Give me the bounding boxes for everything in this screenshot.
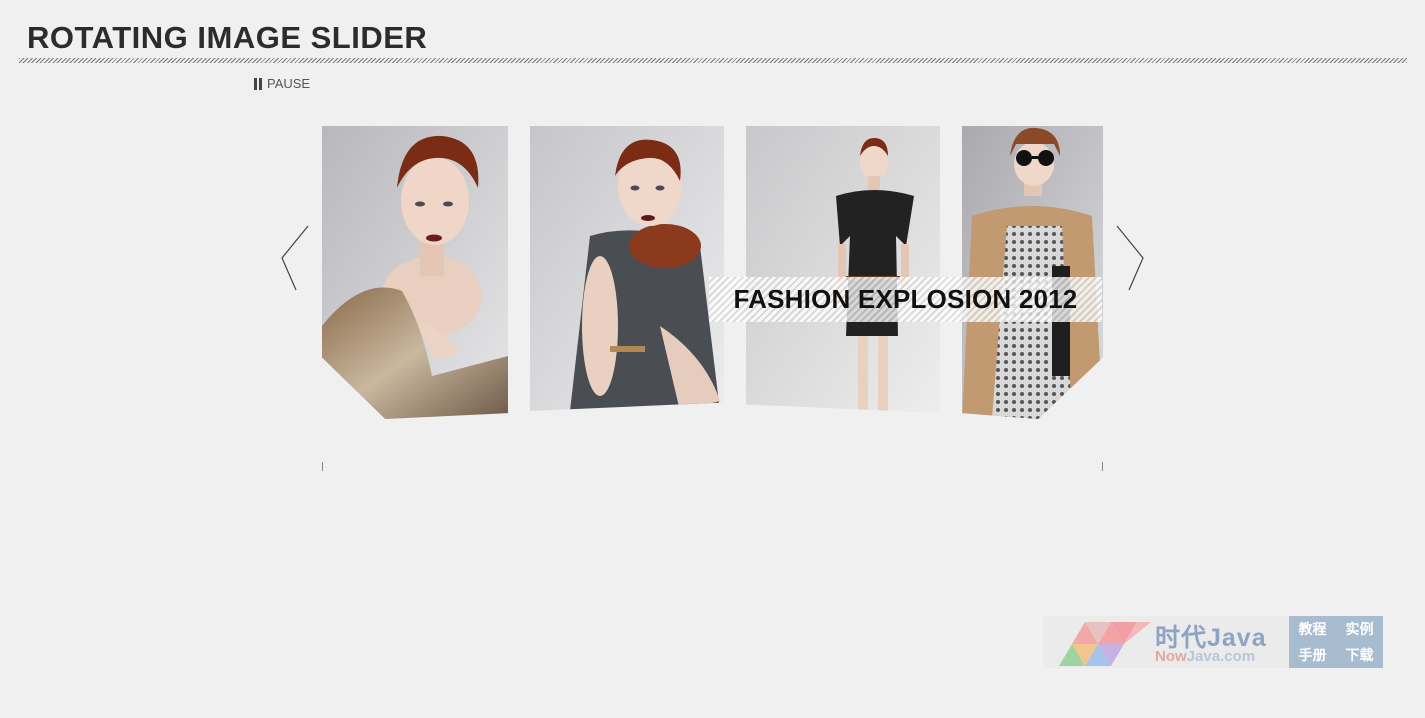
title-divider — [19, 58, 1407, 63]
page-title: ROTATING IMAGE SLIDER — [27, 20, 428, 55]
slider-left-marker — [322, 462, 323, 471]
watermark-link-manual[interactable]: 手册 — [1299, 645, 1327, 665]
pause-button[interactable]: PAUSE — [254, 76, 310, 91]
slide-caption: FASHION EXPLOSION 2012 — [709, 277, 1102, 322]
watermark-links: 教程 实例 手册 下载 — [1289, 616, 1383, 668]
chevron-right-icon — [1116, 225, 1144, 291]
watermark-domain-suffix: Java.com — [1186, 648, 1256, 665]
slide-image-3[interactable] — [746, 126, 940, 413]
watermark-link-download[interactable]: 下载 — [1346, 645, 1374, 665]
watermark-link-examples[interactable]: 实例 — [1346, 619, 1374, 639]
slide-image-4[interactable] — [962, 126, 1103, 419]
previous-slide-button[interactable] — [280, 224, 310, 292]
watermark-logo-icon — [1059, 622, 1151, 666]
watermark-domain-prefix: Now — [1155, 648, 1187, 665]
chevron-left-icon — [281, 225, 309, 291]
pause-icon — [254, 77, 262, 90]
pause-label: PAUSE — [267, 76, 311, 91]
watermark-link-tutorial[interactable]: 教程 — [1299, 619, 1327, 639]
site-watermark[interactable]: 时代Java NowJava.com 教程 实例 手册 下载 — [1043, 616, 1383, 668]
slide-image-2[interactable] — [530, 126, 724, 411]
watermark-domain: NowJava.com — [1155, 648, 1255, 665]
slide-caption-text: FASHION EXPLOSION 2012 — [733, 284, 1078, 314]
next-slide-button[interactable] — [1115, 224, 1145, 292]
slider-right-marker — [1102, 462, 1103, 471]
slide-image-1[interactable] — [322, 126, 508, 419]
